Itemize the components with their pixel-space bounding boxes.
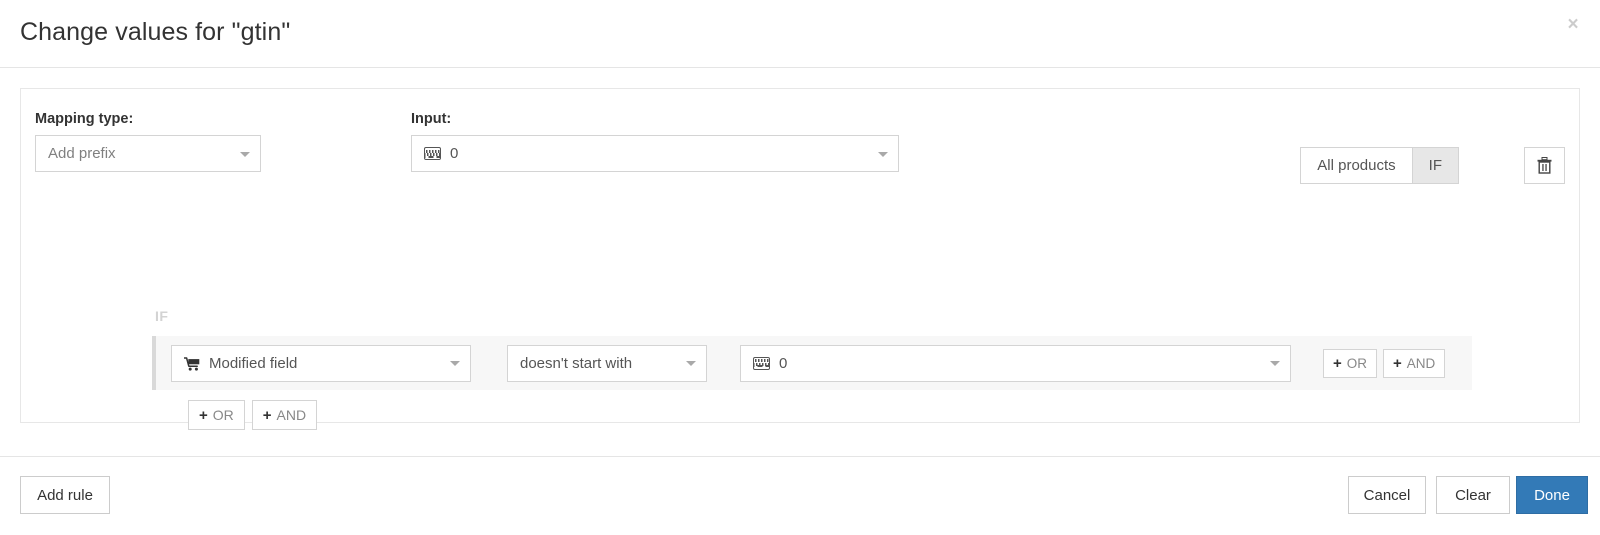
condition-operator-group: doesn't start with	[507, 344, 707, 382]
chevron-down-icon	[240, 151, 250, 157]
condition-value-text: 0	[779, 354, 788, 372]
page-title: Change values for "gtin"	[20, 18, 291, 46]
clear-button[interactable]: Clear	[1436, 476, 1510, 514]
condition-value-group: 0	[740, 344, 1291, 382]
add-and-condition-label: AND	[1406, 355, 1436, 371]
plus-icon: +	[1333, 354, 1342, 372]
group-logic-buttons: + OR + AND	[188, 400, 318, 430]
chevron-down-icon	[1270, 361, 1280, 366]
mapping-type-group: Mapping type: Add prefix	[35, 111, 261, 172]
close-icon[interactable]: ×	[1560, 12, 1586, 38]
scope-all-products-button[interactable]: All products	[1301, 148, 1412, 183]
modal-footer: Add rule Cancel Clear Done	[0, 456, 1600, 535]
delete-rule-button[interactable]	[1524, 147, 1565, 184]
condition-value-select[interactable]: 0	[740, 344, 1291, 382]
condition-row: Modified field doesn't start with 0 + OR…	[152, 336, 1472, 390]
condition-operator-select[interactable]: doesn't start with	[507, 344, 707, 382]
add-or-condition-button[interactable]: + OR	[1323, 348, 1378, 378]
mapping-type-value: Add prefix	[48, 145, 116, 162]
if-section-label: IF	[155, 308, 169, 324]
change-values-modal: Change values for "gtin" × Mapping type:…	[0, 0, 1600, 535]
input-select[interactable]: 0	[411, 135, 899, 172]
scope-if-button[interactable]: IF	[1411, 148, 1458, 183]
condition-logic-buttons: + OR + AND	[1323, 348, 1446, 378]
chevron-down-icon	[450, 361, 460, 366]
cart-icon	[183, 357, 200, 371]
condition-field-value: Modified field	[209, 354, 298, 372]
add-or-group-label: OR	[212, 407, 234, 423]
chevron-down-icon	[878, 151, 888, 157]
add-and-group-label: AND	[276, 407, 307, 423]
add-or-group-button[interactable]: + OR	[188, 400, 245, 430]
input-group: Input: 0	[411, 111, 899, 172]
scope-toggle: All products IF	[1300, 147, 1459, 184]
input-label: Input:	[411, 111, 452, 127]
plus-icon: +	[1393, 354, 1402, 372]
mapping-type-label: Mapping type:	[35, 111, 134, 127]
input-value: 0	[450, 145, 459, 162]
condition-field-select[interactable]: Modified field	[171, 344, 471, 382]
add-and-group-button[interactable]: + AND	[251, 400, 318, 430]
keyboard-icon	[753, 356, 770, 370]
trash-icon	[1537, 157, 1552, 174]
plus-icon: +	[199, 406, 208, 424]
add-and-condition-button[interactable]: + AND	[1383, 348, 1446, 378]
plus-icon: +	[262, 406, 272, 424]
modal-body: Mapping type: Add prefix Input: 0 All pr…	[0, 68, 1600, 456]
rule-main-row: Mapping type: Add prefix Input: 0 All pr…	[21, 89, 1579, 194]
add-or-condition-label: OR	[1346, 355, 1368, 371]
chevron-down-icon	[686, 361, 696, 366]
condition-operator-value: doesn't start with	[520, 354, 633, 372]
mapping-type-select[interactable]: Add prefix	[35, 135, 261, 172]
cancel-button[interactable]: Cancel	[1348, 476, 1426, 514]
condition-field-group: Modified field	[171, 344, 471, 382]
keyboard-icon	[424, 147, 441, 160]
done-button[interactable]: Done	[1516, 476, 1588, 514]
add-rule-button[interactable]: Add rule	[20, 476, 110, 514]
rule-panel: Mapping type: Add prefix Input: 0 All pr…	[20, 88, 1580, 430]
modal-header: Change values for "gtin" ×	[0, 0, 1600, 68]
